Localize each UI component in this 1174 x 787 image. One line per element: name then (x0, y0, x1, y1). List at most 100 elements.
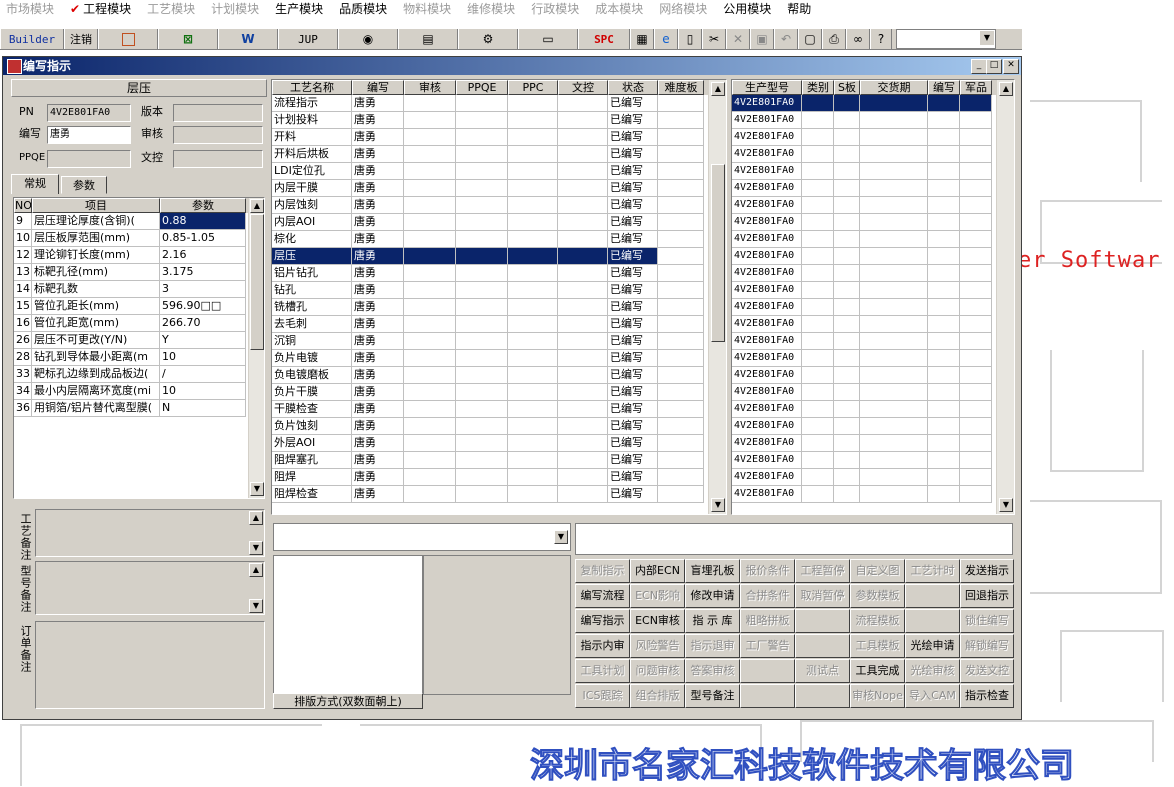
pn-field[interactable]: 4V2E801FA0 (47, 104, 131, 122)
table-row[interactable]: 9 层压理论厚度(含铜)(0.88 (14, 213, 264, 230)
table-row[interactable]: 13 标靶孔径(mm) 3.175 (14, 264, 264, 281)
excel-button[interactable]: ⊠ (158, 29, 218, 49)
instruction-text-field[interactable] (575, 523, 1013, 555)
table-row[interactable]: 4V2E801FA0 (732, 197, 1014, 214)
action-button[interactable]: 指示内审 (575, 634, 630, 658)
action-button[interactable]: 审核Nope (850, 684, 905, 708)
action-button[interactable]: 流程模板 (850, 609, 905, 633)
table-row[interactable]: 4V2E801FA0 (732, 299, 1014, 316)
action-button[interactable]: 工艺计时 (905, 559, 960, 583)
menu-1[interactable]: ✔ 工程模块 (64, 0, 141, 20)
table-row[interactable]: 负片干膜 唐勇 已编写 (272, 384, 726, 401)
param-scrollbar[interactable]: ▲ ▼ (248, 198, 264, 498)
table-row[interactable]: 4V2E801FA0 (732, 418, 1014, 435)
table-row[interactable]: 4V2E801FA0 (732, 146, 1014, 163)
minimize-button[interactable]: _ (971, 59, 987, 74)
table-row[interactable]: 外层AOI 唐勇 已编写 (272, 435, 726, 452)
table-row[interactable]: 34 最小内层隔离环宽度(mi 10 (14, 383, 264, 400)
scroll-down-icon[interactable]: ▼ (250, 482, 264, 496)
table-row[interactable]: 阻焊 唐勇 已编写 (272, 469, 726, 486)
menu-2[interactable]: 工艺模块 (141, 0, 205, 20)
action-button[interactable]: 测试点 (795, 659, 850, 683)
param-value[interactable]: 10 (160, 383, 246, 400)
builder-button[interactable]: Builder (0, 29, 64, 49)
print-button[interactable]: ⎙ (822, 29, 846, 49)
action-button[interactable]: 回退指示 (960, 584, 1014, 608)
action-button[interactable]: 取消暂停 (795, 584, 850, 608)
table-row[interactable]: 开料 唐勇 已编写 (272, 129, 726, 146)
action-button[interactable]: 工具计划 (575, 659, 630, 683)
ppqe-field[interactable] (47, 150, 131, 168)
table-row[interactable]: 阻焊检查 唐勇 已编写 (272, 486, 726, 503)
param-value[interactable]: 3 (160, 281, 246, 298)
close-button[interactable]: ✕ (1003, 59, 1019, 74)
view-button[interactable]: ◉ (338, 29, 398, 49)
action-button[interactable]: 工厂警告 (740, 634, 795, 658)
table-row[interactable]: 36 用铜箔/铝片替代离型膜(N (14, 400, 264, 417)
table-row[interactable]: 计划投料 唐勇 已编写 (272, 112, 726, 129)
table-row[interactable]: 铣槽孔 唐勇 已编写 (272, 299, 726, 316)
action-button[interactable]: 发送指示 (960, 559, 1014, 583)
param-value[interactable]: 10 (160, 349, 246, 366)
spc-button[interactable]: SPC (578, 29, 630, 49)
new-button[interactable]: ▯ (678, 29, 702, 49)
col-header[interactable]: 难度板 (658, 80, 704, 95)
menu-3[interactable]: 计划模块 (205, 0, 269, 20)
table-row[interactable]: 14 标靶孔数 3 (14, 281, 264, 298)
ie-button[interactable]: e (654, 29, 678, 49)
save-button[interactable]: ▣ (750, 29, 774, 49)
table-row[interactable]: LDI定位孔 唐勇 已编写 (272, 163, 726, 180)
preview-button[interactable]: ▢ (798, 29, 822, 49)
table-row[interactable]: 4V2E801FA0 (732, 401, 1014, 418)
col-header[interactable]: 编写 (352, 80, 404, 95)
menu-10[interactable]: 网络模块 (653, 0, 717, 20)
table-row[interactable]: 4V2E801FA0 (732, 265, 1014, 282)
calendar-button[interactable]: ▦ (630, 29, 654, 49)
action-button[interactable]: 工具模板 (850, 634, 905, 658)
model-note-box[interactable]: ▲ ▼ (35, 561, 265, 615)
table-row[interactable]: 4V2E801FA0 (732, 282, 1014, 299)
table-row[interactable]: 12 理论铆钉长度(mm) 2.16 (14, 247, 264, 264)
table-row[interactable]: 4V2E801FA0 (732, 180, 1014, 197)
review-field[interactable] (173, 126, 263, 144)
order-note-box[interactable] (35, 621, 265, 709)
table-row[interactable]: 15 管位孔距长(mm) 596.90□□ (14, 298, 264, 315)
action-button[interactable]: 工程暂停 (795, 559, 850, 583)
action-button[interactable]: 型号备注 (685, 684, 740, 708)
param-value[interactable]: 0.88 (160, 213, 246, 230)
menu-5[interactable]: 品质模块 (333, 0, 397, 20)
doc-control-field[interactable] (173, 150, 263, 168)
action-button[interactable] (795, 609, 850, 633)
delete-button[interactable]: ✕ (726, 29, 750, 49)
scroll-down-icon[interactable]: ▼ (711, 498, 725, 512)
table-row[interactable]: 负电镀磨板 唐勇 已编写 (272, 367, 726, 384)
scroll-down-icon[interactable]: ▼ (249, 599, 263, 613)
report-button[interactable] (98, 29, 158, 49)
maximize-button[interactable]: □ (986, 59, 1002, 74)
table-row[interactable]: 28 钻孔到导体最小距离(m 10 (14, 349, 264, 366)
action-button[interactable]: 解锁编写 (960, 634, 1014, 658)
table-row[interactable]: 钻孔 唐勇 已编写 (272, 282, 726, 299)
action-button[interactable]: 答案审核 (685, 659, 740, 683)
col-header[interactable]: 军品 (960, 80, 992, 95)
menu-8[interactable]: 行政模块 (525, 0, 589, 20)
table-row[interactable]: 4V2E801FA0 (732, 248, 1014, 265)
col-header[interactable]: 工艺名称 (272, 80, 352, 95)
action-button[interactable]: 参数模板 (850, 584, 905, 608)
col-header[interactable]: S板 (834, 80, 860, 95)
table-row[interactable]: 33 靶标孔边缘到成品板边(/ (14, 366, 264, 383)
action-button[interactable]: 编写流程 (575, 584, 630, 608)
action-button[interactable]: 指示退审 (685, 634, 740, 658)
action-button[interactable] (795, 684, 850, 708)
action-button[interactable]: 光绘审核 (905, 659, 960, 683)
action-button[interactable]: 光绘申请 (905, 634, 960, 658)
menu-0[interactable]: 市场模块 (0, 0, 64, 20)
table-row[interactable]: 4V2E801FA0 (732, 214, 1014, 231)
scroll-thumb[interactable] (250, 214, 264, 350)
table-row[interactable]: 4V2E801FA0 (732, 163, 1014, 180)
scroll-up-icon[interactable]: ▲ (250, 199, 264, 213)
table-row[interactable]: 层压 唐勇 已编写 (272, 248, 726, 265)
action-button[interactable] (905, 609, 960, 633)
menu-11[interactable]: 公用模块 (717, 0, 781, 20)
tab-general[interactable]: 常规 (11, 174, 59, 194)
